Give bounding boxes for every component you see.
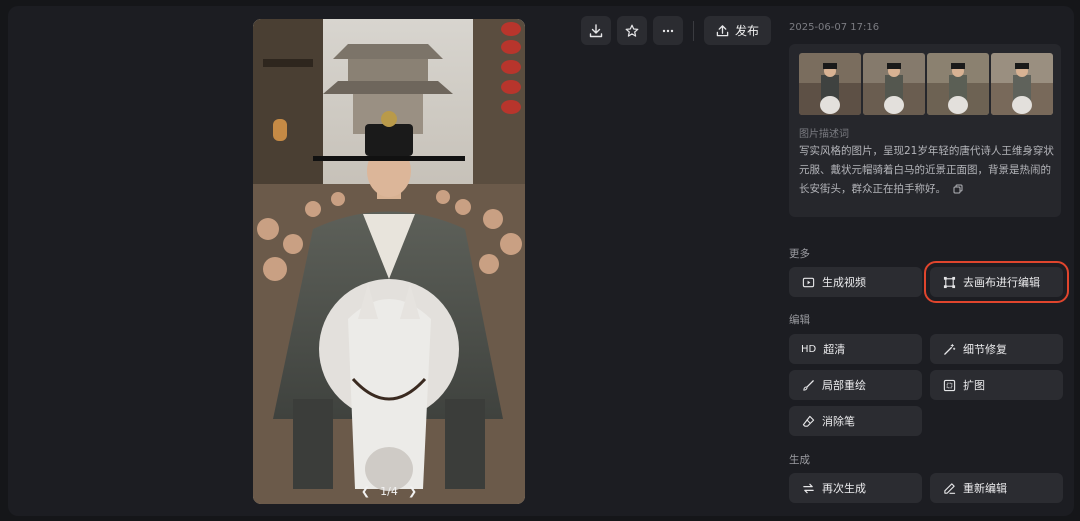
eraser-icon (801, 414, 815, 428)
re-edit-label: 重新编辑 (963, 482, 1007, 495)
next-image-icon[interactable]: ❯ (408, 485, 417, 498)
refresh-icon (801, 481, 815, 495)
outpaint-label: 扩图 (963, 379, 985, 392)
canvas-edit-button[interactable]: 去画布进行编辑 (924, 261, 1069, 303)
more-button[interactable] (653, 16, 683, 45)
regenerate-button[interactable]: 再次生成 (789, 473, 922, 503)
generate-section-title: 生成 (789, 454, 810, 466)
generate-video-label: 生成视频 (822, 276, 866, 289)
thumbnail[interactable] (991, 53, 1053, 115)
download-button[interactable] (581, 16, 611, 45)
timestamp: 2025-06-07 17:16 (789, 22, 880, 33)
generate-video-button[interactable]: 生成视频 (789, 267, 922, 297)
thumbnail-image (927, 53, 989, 115)
image-toolbar: 发布 (581, 16, 772, 45)
star-icon (625, 24, 639, 37)
thumbnail-image (863, 53, 925, 115)
expand-icon (942, 378, 956, 392)
app-frame: ❮ 1/4 ❯ 发布 2025-06-07 17:16 图片描述词 写实风格的图… (8, 6, 1074, 516)
upload-icon (716, 25, 729, 37)
upscale-button[interactable]: HD 超清 (789, 334, 922, 364)
inpaint-button[interactable]: 局部重绘 (789, 370, 922, 400)
upscale-label: 超清 (823, 343, 846, 356)
copy-icon[interactable] (953, 184, 963, 194)
download-icon (589, 23, 603, 37)
more-section-title: 更多 (789, 248, 810, 260)
description-text: 写实风格的图片，呈现21岁年轻的唐代诗人王维身穿状元服、戴状元帽骑着白马的近景正… (799, 145, 1054, 195)
publish-label: 发布 (735, 24, 760, 38)
thumbnail[interactable] (863, 53, 925, 115)
more-icon (662, 29, 674, 32)
prev-image-icon[interactable]: ❮ (361, 485, 370, 498)
main-image[interactable]: ❮ 1/4 ❯ (253, 19, 525, 504)
thumbnail[interactable] (799, 53, 861, 115)
page-indicator: 1/4 (380, 485, 398, 498)
toolbar-divider (693, 20, 694, 41)
pencil-icon (942, 481, 956, 495)
inpaint-label: 局部重绘 (822, 379, 866, 392)
hd-icon: HD (801, 343, 817, 355)
thumbnail[interactable] (927, 53, 989, 115)
main-image-illustration (253, 19, 525, 504)
canvas-edit-label: 去画布进行编辑 (963, 276, 1040, 289)
description-label: 图片描述词 (799, 129, 849, 140)
eraser-button[interactable]: 消除笔 (789, 406, 922, 436)
magic-wand-icon (942, 342, 956, 356)
image-pager: ❮ 1/4 ❯ (253, 485, 525, 498)
thumbnail-image (991, 53, 1053, 115)
outpaint-button[interactable]: 扩图 (930, 370, 1063, 400)
publish-button[interactable]: 发布 (704, 16, 772, 45)
detail-fix-button[interactable]: 细节修复 (930, 334, 1063, 364)
brush-icon (801, 378, 815, 392)
favorite-button[interactable] (617, 16, 647, 45)
edit-section-title: 编辑 (789, 314, 810, 326)
prompt-card: 图片描述词 写实风格的图片，呈现21岁年轻的唐代诗人王维身穿状元服、戴状元帽骑着… (789, 44, 1061, 217)
detail-fix-label: 细节修复 (963, 343, 1007, 356)
image-description: 写实风格的图片，呈现21岁年轻的唐代诗人王维身穿状元服、戴状元帽骑着白马的近景正… (799, 142, 1055, 199)
video-icon (801, 275, 815, 289)
canvas-icon (942, 275, 956, 289)
regenerate-label: 再次生成 (822, 482, 866, 495)
eraser-label: 消除笔 (822, 415, 855, 428)
thumbnail-image (799, 53, 861, 115)
re-edit-button[interactable]: 重新编辑 (930, 473, 1063, 503)
thumbnail-strip (799, 53, 1053, 115)
